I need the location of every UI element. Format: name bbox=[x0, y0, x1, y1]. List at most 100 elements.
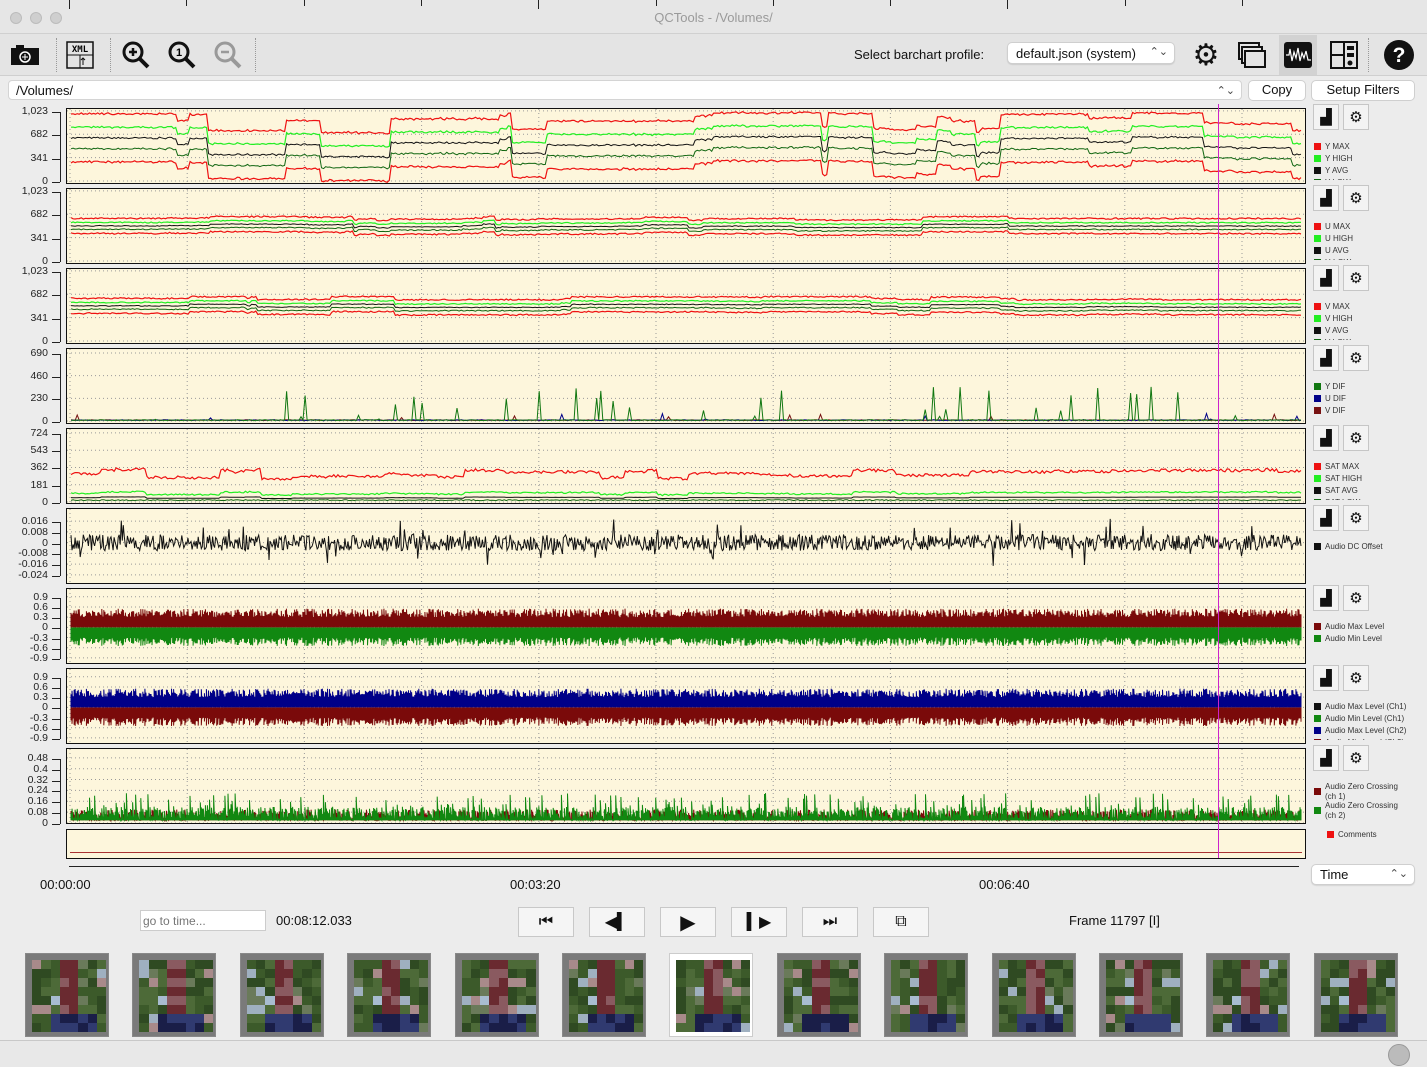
comments-plot[interactable] bbox=[66, 829, 1306, 859]
export-frame-button[interactable]: ⧉ bbox=[873, 907, 929, 937]
legend-item[interactable]: Y DIF bbox=[1314, 382, 1345, 392]
frame-thumbnail[interactable] bbox=[347, 953, 432, 1037]
playhead-cursor[interactable] bbox=[1218, 104, 1220, 858]
previous-frame-button[interactable]: ◀▍ bbox=[589, 907, 645, 937]
export-xml-button[interactable]: XML bbox=[62, 37, 98, 73]
graphs-view-button[interactable] bbox=[1279, 35, 1317, 75]
time-mode-select[interactable]: Time ⌃⌄ bbox=[1311, 864, 1415, 885]
file-path-select[interactable]: /Volumes/ ⌃⌄ bbox=[8, 80, 1242, 100]
legend-item[interactable]: SAT HIGH bbox=[1314, 474, 1362, 484]
gear-icon: ⚙ bbox=[1349, 190, 1363, 207]
separator bbox=[56, 38, 57, 72]
frame-thumbnail[interactable] bbox=[562, 953, 646, 1037]
graph-stats-button[interactable]: ▟ bbox=[1313, 505, 1339, 531]
legend-item[interactable]: Audio Min Level (Ch2) bbox=[1314, 738, 1404, 740]
graph-stats-button[interactable]: ▟ bbox=[1313, 104, 1339, 130]
frame-thumbnail[interactable] bbox=[132, 953, 217, 1037]
barchart-profile-select[interactable]: default.json (system) ⌃⌄ bbox=[1007, 42, 1175, 64]
legend-item[interactable]: Audio Zero Crossing (ch 2) bbox=[1314, 801, 1399, 820]
graph-stats-button[interactable]: ▟ bbox=[1313, 585, 1339, 611]
settings-button[interactable]: ⚙ bbox=[1188, 37, 1224, 73]
graph-settings-button[interactable]: ⚙ bbox=[1343, 425, 1369, 451]
graph-stats-button[interactable]: ▟ bbox=[1313, 665, 1339, 691]
help-icon: ? bbox=[1384, 40, 1414, 70]
legend-item[interactable]: Audio Max Level (Ch1) bbox=[1314, 702, 1406, 712]
legend-item[interactable]: Audio Max Level (Ch2) bbox=[1314, 726, 1406, 736]
frame-thumbnail[interactable] bbox=[239, 953, 324, 1037]
zoom-out-button[interactable] bbox=[210, 37, 246, 73]
frame-thumbnail[interactable] bbox=[991, 953, 1076, 1037]
play-button[interactable]: ▶ bbox=[660, 907, 716, 937]
legend-item[interactable]: U HIGH bbox=[1314, 234, 1353, 244]
legend-item[interactable]: V AVG bbox=[1314, 326, 1348, 336]
barchart-profile-value: default.json (system) bbox=[1016, 46, 1136, 61]
legend-item[interactable]: V HIGH bbox=[1314, 314, 1353, 324]
graph-stats-button[interactable]: ▟ bbox=[1313, 265, 1339, 291]
zoom-out-icon bbox=[214, 41, 242, 69]
y-tick-mark bbox=[52, 532, 60, 534]
frame-thumbnail[interactable] bbox=[1099, 953, 1183, 1037]
legend-item[interactable]: Audio Min Level bbox=[1314, 634, 1382, 644]
horizontal-scrollbar[interactable] bbox=[0, 1040, 1427, 1067]
go-to-start-button[interactable]: ⏮ bbox=[518, 907, 574, 937]
legend-swatch bbox=[1314, 339, 1321, 340]
zoom-in-button[interactable] bbox=[118, 37, 154, 73]
legend-item[interactable]: SAT LOW bbox=[1314, 498, 1360, 500]
open-file-button[interactable] bbox=[7, 37, 43, 73]
graph-settings-button[interactable]: ⚙ bbox=[1343, 745, 1369, 771]
legend-label: U HIGH bbox=[1325, 234, 1353, 243]
time-label-2: 00:06:40 bbox=[979, 877, 1030, 892]
time-tick bbox=[69, 0, 70, 9]
legend-item[interactable]: Audio Zero Crossing (ch 1) bbox=[1314, 782, 1399, 802]
legend-item[interactable]: Audio Min Level (Ch1) bbox=[1314, 714, 1404, 724]
frame-thumbnail[interactable] bbox=[25, 953, 109, 1037]
legend-item[interactable]: Audio DC Offset bbox=[1314, 542, 1383, 552]
graph-settings-button[interactable]: ⚙ bbox=[1343, 265, 1369, 291]
thumbnail-image bbox=[891, 960, 966, 1032]
graph-settings-button[interactable]: ⚙ bbox=[1343, 665, 1369, 691]
graph-stats-button[interactable]: ▟ bbox=[1313, 425, 1339, 451]
legend-item[interactable]: V MAX bbox=[1314, 302, 1350, 312]
frame-thumbnail[interactable] bbox=[776, 953, 861, 1037]
legend-item[interactable]: V DIF bbox=[1314, 406, 1345, 416]
next-frame-button[interactable]: ▍▶ bbox=[731, 907, 787, 937]
legend-item[interactable]: SAT AVG bbox=[1314, 486, 1358, 496]
frame-thumbnail[interactable] bbox=[454, 953, 539, 1037]
scroll-handle[interactable] bbox=[1388, 1044, 1410, 1066]
legend-item[interactable]: Y HIGH bbox=[1314, 154, 1352, 164]
time-tick bbox=[420, 0, 422, 6]
graph-settings-button[interactable]: ⚙ bbox=[1343, 185, 1369, 211]
graph-settings-button[interactable]: ⚙ bbox=[1343, 345, 1369, 371]
y-tick-label: 682 bbox=[30, 288, 48, 301]
go-to-time-input[interactable] bbox=[140, 910, 266, 931]
frame-thumbnail[interactable] bbox=[669, 953, 754, 1037]
legend-item[interactable]: SAT MAX bbox=[1314, 462, 1359, 472]
graph-settings-button[interactable]: ⚙ bbox=[1343, 104, 1369, 130]
legend-item[interactable]: V LOW bbox=[1314, 338, 1351, 340]
frame-thumbnail[interactable] bbox=[884, 953, 969, 1037]
legend-item[interactable]: Audio Max Level bbox=[1314, 622, 1384, 632]
legend-item[interactable]: Y MAX bbox=[1314, 142, 1350, 152]
windows-button[interactable] bbox=[1234, 37, 1270, 73]
legend-item[interactable]: U MAX bbox=[1314, 222, 1350, 232]
graph-stats-button[interactable]: ▟ bbox=[1313, 745, 1339, 771]
graph-stats-button[interactable]: ▟ bbox=[1313, 345, 1339, 371]
legend-item[interactable]: Y LOW bbox=[1314, 178, 1351, 180]
copy-button[interactable]: Copy bbox=[1248, 80, 1306, 101]
go-to-end-button[interactable]: ⏭ bbox=[802, 907, 858, 937]
player-view-button[interactable] bbox=[1326, 37, 1362, 73]
legend-item[interactable]: Y AVG bbox=[1314, 166, 1348, 176]
graph-stats-button[interactable]: ▟ bbox=[1313, 185, 1339, 211]
legend-item[interactable]: U AVG bbox=[1314, 246, 1349, 256]
zoom-reset-button[interactable]: 1 bbox=[164, 37, 200, 73]
legend-label: Y AVG bbox=[1325, 166, 1349, 175]
help-button[interactable]: ? bbox=[1381, 37, 1417, 73]
setup-filters-button[interactable]: Setup Filters bbox=[1311, 80, 1415, 101]
legend-item[interactable]: U DIF bbox=[1314, 394, 1346, 404]
legend-label: V DIF bbox=[1325, 406, 1346, 415]
legend-item[interactable]: U LOW bbox=[1314, 258, 1351, 260]
frame-thumbnail[interactable] bbox=[1313, 953, 1398, 1037]
frame-thumbnail[interactable] bbox=[1206, 953, 1291, 1037]
graph-settings-button[interactable]: ⚙ bbox=[1343, 505, 1369, 531]
graph-settings-button[interactable]: ⚙ bbox=[1343, 585, 1369, 611]
